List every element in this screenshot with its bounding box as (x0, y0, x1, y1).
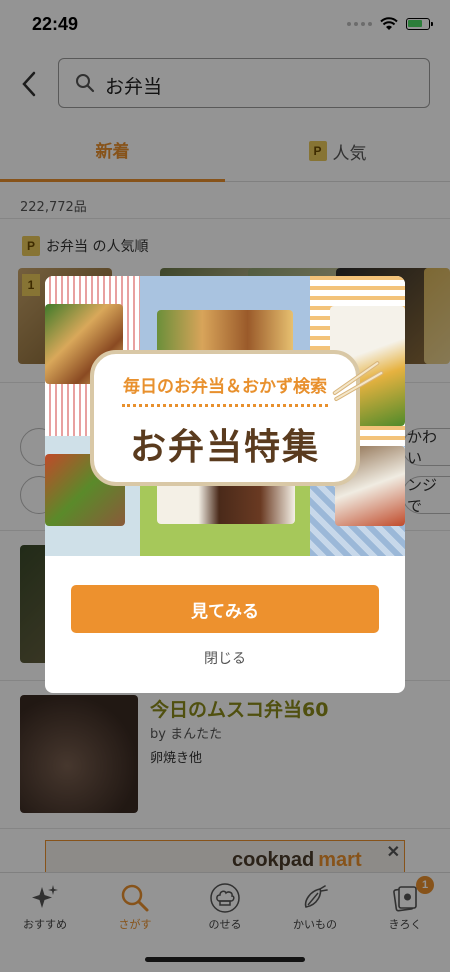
bento-photo (157, 480, 295, 524)
dotted-divider (122, 404, 328, 407)
promo-modal: 毎日のお弁当＆おかず検索 お弁当特集 見てみる 閉じる (45, 276, 405, 693)
bento-feature-banner[interactable]: 毎日のお弁当＆おかず検索 お弁当特集 (45, 276, 405, 556)
banner-title-panel: 毎日のお弁当＆おかず検索 お弁当特集 (90, 350, 360, 486)
bento-photo (157, 310, 293, 354)
banner-subtitle: 毎日のお弁当＆おかず検索 (123, 377, 327, 397)
see-feature-button[interactable]: 見てみる (71, 585, 379, 633)
close-modal-button[interactable]: 閉じる (45, 648, 405, 668)
banner-title: お弁当特集 (129, 427, 320, 468)
